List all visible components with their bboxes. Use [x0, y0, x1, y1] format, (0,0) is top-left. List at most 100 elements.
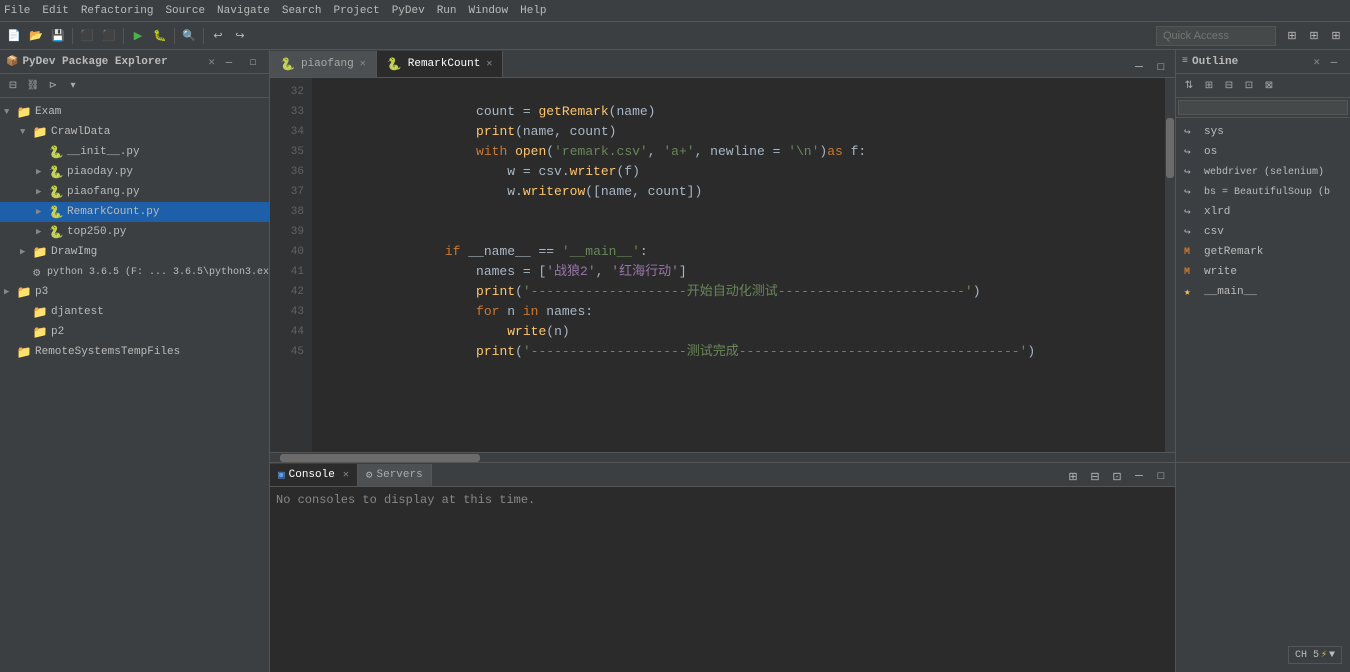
- tree-remarkcount[interactable]: ▶ 🐍 RemarkCount.py: [0, 202, 269, 222]
- bottom-btn-1[interactable]: ⊞: [1063, 466, 1083, 486]
- tree-drawimg[interactable]: ▶ 📁 DrawImg: [0, 242, 269, 262]
- menu-edit[interactable]: Edit: [42, 5, 68, 17]
- menu-refactoring[interactable]: Refactoring: [81, 5, 154, 17]
- toolbar-extra-1[interactable]: ⊞: [1282, 26, 1302, 46]
- tree-exam[interactable]: ▼ 📁 Exam: [0, 102, 269, 122]
- scrollbar-thumb-h[interactable]: [280, 454, 480, 462]
- outline-filter3[interactable]: ⊡: [1240, 77, 1258, 95]
- toolbar-back[interactable]: ⬛: [77, 26, 97, 46]
- code-token: __name__ ==: [460, 244, 561, 259]
- menu-run[interactable]: Run: [437, 5, 457, 17]
- menu-navigate[interactable]: Navigate: [217, 5, 270, 17]
- outline-label-write: write: [1204, 266, 1237, 278]
- servers-icon: ⚙: [366, 468, 373, 482]
- outline-item-main[interactable]: ★ __main__: [1176, 282, 1350, 302]
- bottom-minimize[interactable]: ─: [1129, 466, 1149, 486]
- status-collapse[interactable]: ▼: [1329, 650, 1335, 661]
- tab-servers[interactable]: ⚙ Servers: [358, 464, 432, 486]
- tree-piaoday[interactable]: ▶ 🐍 piaoday.py: [0, 162, 269, 182]
- toolbar-forward[interactable]: ⬛: [99, 26, 119, 46]
- package-explorer-toolbar: ⊟ ⛓ ⊳ ▾: [0, 74, 269, 98]
- tree-p3[interactable]: ▶ 📁 p3: [0, 282, 269, 302]
- outline-sort[interactable]: ⇅: [1180, 77, 1198, 95]
- outline-icon: ≡: [1182, 56, 1188, 67]
- toolbar-debug[interactable]: 🐛: [150, 26, 170, 46]
- outline-search-input[interactable]: [1178, 100, 1348, 115]
- menu-window[interactable]: Window: [469, 5, 509, 17]
- editor-minimize[interactable]: ─: [1129, 57, 1149, 77]
- explorer-collapse-all[interactable]: ⊟: [4, 77, 22, 95]
- outline-item-os[interactable]: ↪ os: [1176, 142, 1350, 162]
- explorer-filter[interactable]: ⊳: [44, 77, 62, 95]
- tree-init[interactable]: 🐍 __init__.py: [0, 142, 269, 162]
- outline-item-xlrd[interactable]: ↪ xlrd: [1176, 202, 1350, 222]
- toolbar-undo[interactable]: ↩: [208, 26, 228, 46]
- python-icon-piaofang: 🐍: [48, 185, 64, 200]
- bottom-btn-3[interactable]: ⊡: [1107, 466, 1127, 486]
- menu-source[interactable]: Source: [165, 5, 205, 17]
- code-line-38: [320, 202, 1157, 222]
- outline-item-write[interactable]: M write: [1176, 262, 1350, 282]
- linenum-42: 42: [270, 282, 312, 302]
- bottom-btn-2[interactable]: ⊟: [1085, 466, 1105, 486]
- menu-pydev[interactable]: PyDev: [392, 5, 425, 17]
- editor-scrollbar-v[interactable]: [1165, 78, 1175, 452]
- status-position-text: CH 5: [1295, 650, 1319, 661]
- package-explorer-close[interactable]: ✕: [208, 55, 215, 69]
- tree-piaofang[interactable]: ▶ 🐍 piaofang.py: [0, 182, 269, 202]
- menu-search[interactable]: Search: [282, 5, 322, 17]
- tree-top250[interactable]: ▶ 🐍 top250.py: [0, 222, 269, 242]
- outline-filter1[interactable]: ⊞: [1200, 77, 1218, 95]
- explorer-link[interactable]: ⛓: [24, 77, 42, 95]
- toolbar-extra-2[interactable]: ⊞: [1304, 26, 1324, 46]
- menu-project[interactable]: Project: [333, 5, 379, 17]
- code-content[interactable]: count = getRemark(name) print(name, coun…: [312, 78, 1165, 452]
- editor-maximize[interactable]: □: [1151, 57, 1171, 77]
- tree-crawldata[interactable]: ▼ 📁 CrawlData: [0, 122, 269, 142]
- toolbar-search[interactable]: 🔍: [179, 26, 199, 46]
- outline-filter2[interactable]: ⊟: [1220, 77, 1238, 95]
- folder-icon-remote: 📁: [16, 345, 32, 360]
- tree-label-remote: RemoteSystemsTempFiles: [35, 346, 180, 358]
- tab-remarkcount[interactable]: 🐍 RemarkCount ✕: [377, 51, 504, 77]
- menu-file[interactable]: File: [4, 5, 30, 17]
- package-explorer-minimize[interactable]: ─: [219, 52, 239, 72]
- code-editor[interactable]: 32 33 34 35 36 37 38 39 40 41 42 43: [270, 78, 1175, 452]
- tree-python[interactable]: ⚙ python 3.6.5 (F: ... 3.6.5\python3.ex: [0, 262, 269, 282]
- outline-label-os: os: [1204, 146, 1217, 158]
- outline-minimize[interactable]: ─: [1324, 52, 1344, 72]
- outline-item-csv[interactable]: ↪ csv: [1176, 222, 1350, 242]
- toolbar-save[interactable]: 💾: [48, 26, 68, 46]
- tree-djantest[interactable]: 📁 djantest: [0, 302, 269, 322]
- explorer-menu[interactable]: ▾: [64, 77, 82, 95]
- package-explorer-maximize[interactable]: □: [243, 52, 263, 72]
- tab-console[interactable]: ▣ Console ✕: [270, 464, 358, 486]
- tree-remote[interactable]: 📁 RemoteSystemsTempFiles: [0, 342, 269, 362]
- console-tab-close[interactable]: ✕: [343, 469, 349, 481]
- outline-item-getremark[interactable]: M getRemark: [1176, 242, 1350, 262]
- scrollbar-thumb-v[interactable]: [1166, 118, 1174, 178]
- tab-close-remarkcount[interactable]: ✕: [486, 58, 492, 70]
- outline-item-sys[interactable]: ↪ sys: [1176, 122, 1350, 142]
- menu-help[interactable]: Help: [520, 5, 546, 17]
- toolbar-run[interactable]: ▶: [128, 26, 148, 46]
- tree-label-remarkcount: RemarkCount.py: [67, 206, 159, 218]
- toolbar-new[interactable]: 📄: [4, 26, 24, 46]
- quick-access-input[interactable]: [1156, 26, 1276, 46]
- bottom-maximize[interactable]: □: [1151, 466, 1171, 486]
- editor-scrollbar-h[interactable]: [270, 452, 1175, 462]
- folder-icon-djantest: 📁: [32, 305, 48, 320]
- outline-close[interactable]: ✕: [1313, 55, 1320, 69]
- outline-toolbar: ⇅ ⊞ ⊟ ⊡ ⊠: [1176, 74, 1350, 98]
- tree-p2[interactable]: 📁 p2: [0, 322, 269, 342]
- toolbar-extra-3[interactable]: ⊞: [1326, 26, 1346, 46]
- outline-item-bs[interactable]: ↪ bs = BeautifulSoup (b: [1176, 182, 1350, 202]
- tab-close-piaofang[interactable]: ✕: [360, 58, 366, 70]
- tab-piaofang[interactable]: 🐍 piaofang ✕: [270, 51, 377, 77]
- outline-filter4[interactable]: ⊠: [1260, 77, 1278, 95]
- tab-label-remarkcount: RemarkCount: [408, 58, 481, 70]
- toolbar-open[interactable]: 📂: [26, 26, 46, 46]
- toolbar-redo[interactable]: ↪: [230, 26, 250, 46]
- outline-item-webdriver[interactable]: ↪ webdriver (selenium): [1176, 162, 1350, 182]
- code-token: [507, 144, 515, 159]
